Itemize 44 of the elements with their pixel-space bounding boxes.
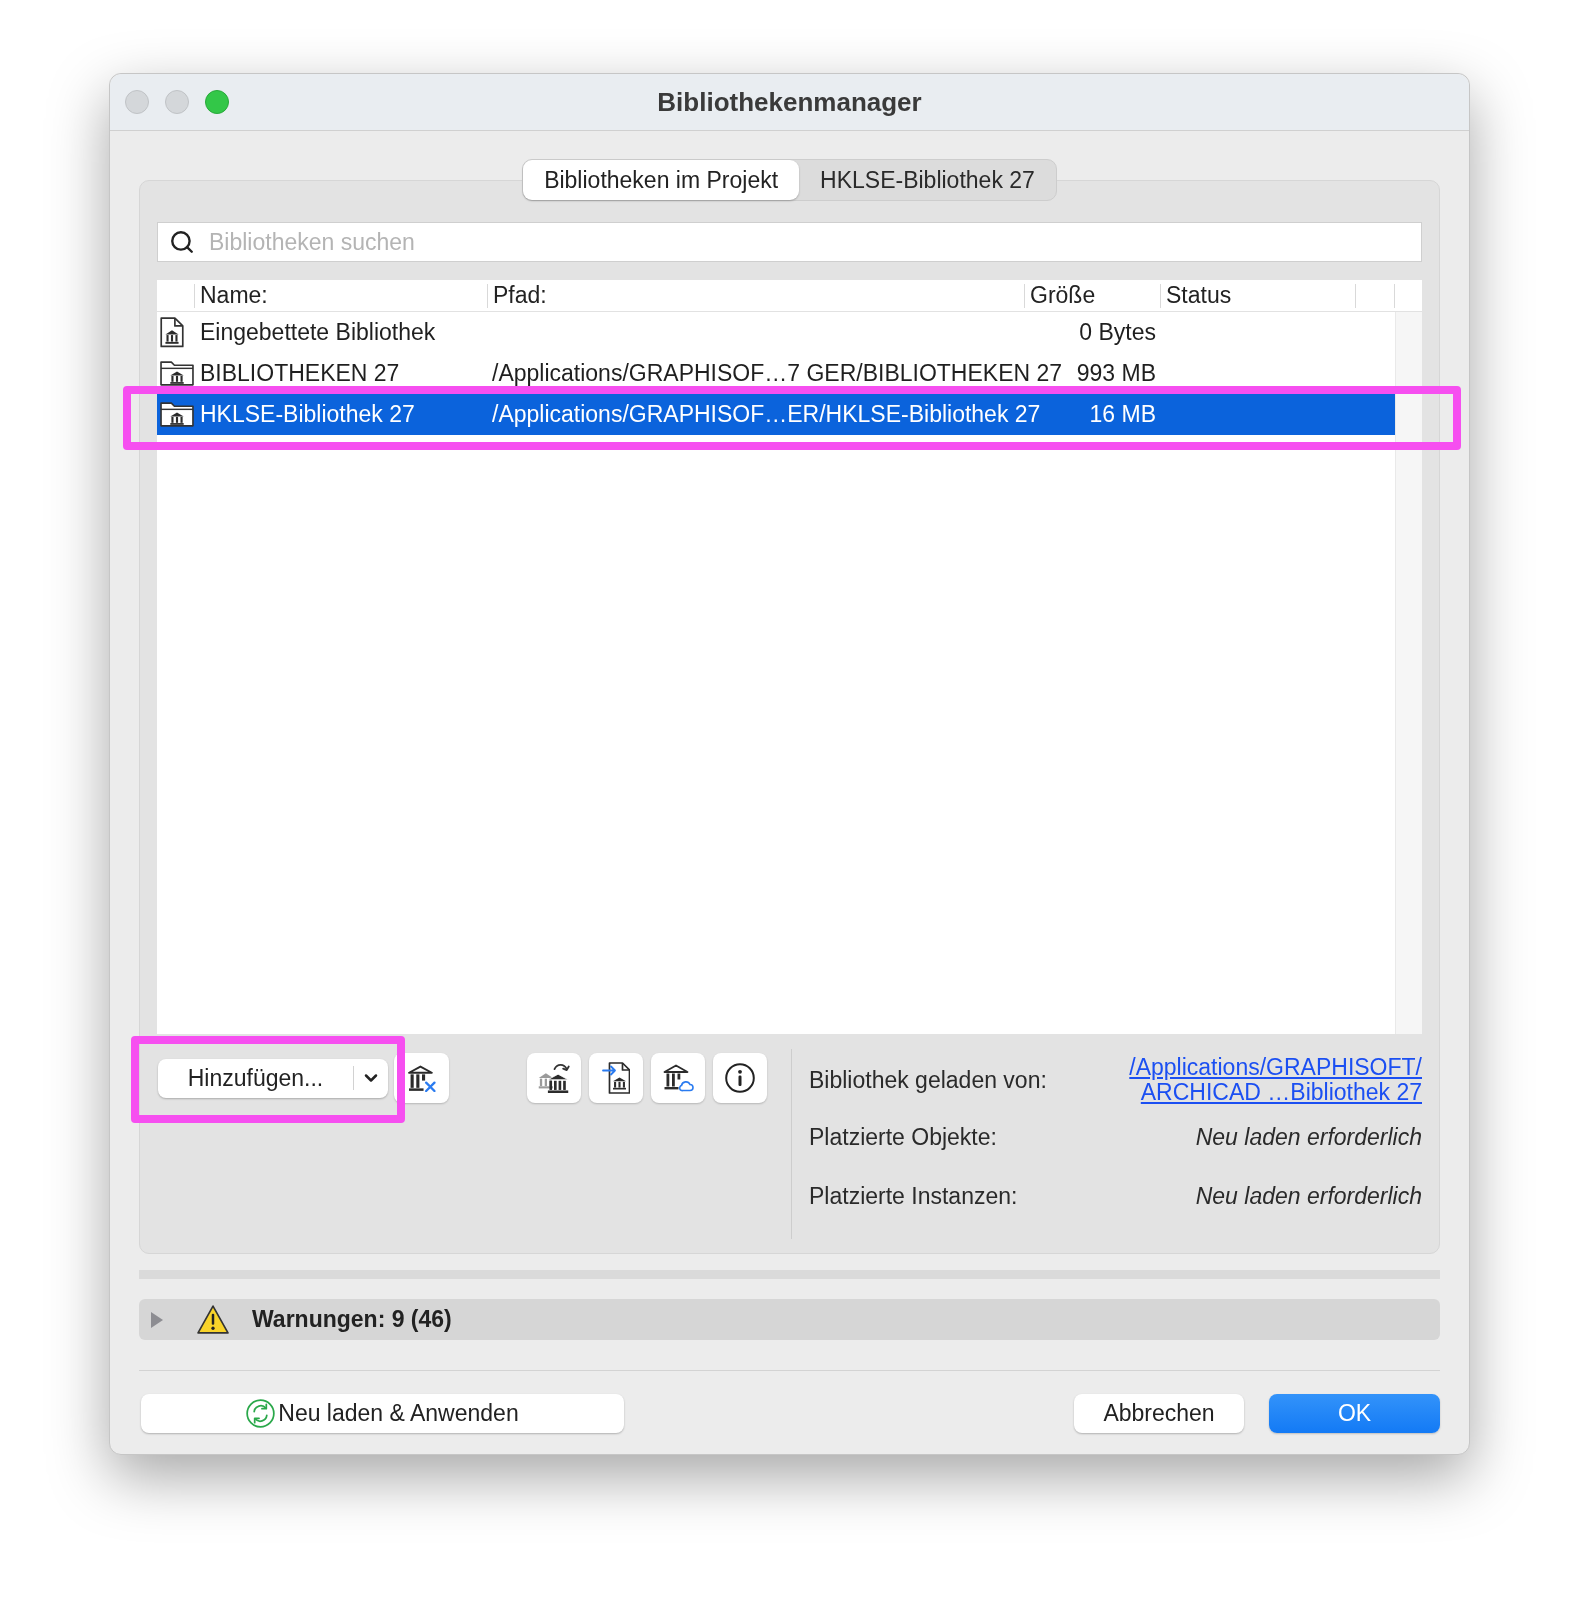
info-label: Platzierte Instanzen: [809, 1182, 1018, 1212]
column-header[interactable]: Name: [194, 283, 487, 308]
window-title: Bibliothekenmanager [657, 85, 922, 119]
info-button[interactable] [713, 1053, 767, 1103]
library-name: HKLSE-Bibliothek 27 [200, 403, 415, 426]
tab[interactable]: HKLSE-Bibliothek 27 [799, 160, 1056, 200]
info-value: Neu laden erforderlich [1195, 1184, 1422, 1209]
info-label: Platzierte Objekte: [809, 1123, 997, 1153]
search-field[interactable]: Bibliotheken suchen [157, 222, 1422, 262]
library-name: Eingebettete Bibliothek [200, 321, 436, 344]
column-header[interactable]: Status [1160, 283, 1355, 308]
import-library-button[interactable] [589, 1053, 643, 1103]
ok-button[interactable]: OK [1269, 1394, 1440, 1433]
library-path: /Applications/GRAPHISOF…ER/HKLSE-Bibliothek 27 [492, 403, 1041, 426]
warning-icon [197, 1305, 229, 1334]
library-size: 0 Bytes [1079, 321, 1156, 344]
reload-apply-button[interactable]: Neu laden & Anwenden [141, 1394, 624, 1433]
tab[interactable]: Bibliotheken im Projekt [523, 160, 800, 200]
column-header[interactable]: Größe [1024, 283, 1160, 308]
search-icon [169, 229, 195, 255]
column-header[interactable]: Pfad: [487, 283, 1024, 308]
table-row[interactable]: HKLSE-Bibliothek 27 /Applications/GRAPHISOF…ER/HKLSE-Bibliothek 27 16 MB [157, 394, 1395, 435]
library-size: 993 MB [1076, 362, 1156, 385]
library-name: BIBLIOTHEKEN 27 [200, 362, 400, 385]
reload-icon [246, 1399, 276, 1428]
info-icon [725, 1063, 755, 1093]
bank-cloud-icon [662, 1064, 694, 1092]
add-button[interactable]: Hinzufügen... [158, 1058, 388, 1098]
library-path: /Applications/GRAPHISOF…7 GER/BIBLIOTHEKEN 27 [492, 362, 1063, 385]
library-size: 16 MB [1089, 403, 1156, 426]
document-bank-icon [160, 317, 184, 348]
folder-bank-icon [160, 361, 194, 386]
warnings-summary: Warnungen: 9 (46) [252, 1305, 452, 1335]
folder-bank-icon [160, 402, 194, 427]
warnings-bar[interactable]: Warnungen: 9 (46) [139, 1299, 1440, 1340]
cloud-library-button[interactable] [651, 1053, 705, 1103]
info-label: Bibliothek geladen von: [809, 1065, 1047, 1095]
bank-x-icon [406, 1064, 437, 1092]
bank-swap-icon [538, 1063, 570, 1093]
library-location-link[interactable]: /Applications/GRAPHISOFT/ ARCHICAD …Bibliothek 27 [1129, 1055, 1422, 1105]
info-value: Neu laden erforderlich [1195, 1125, 1422, 1150]
cancel-button[interactable]: Abbrechen [1074, 1394, 1244, 1433]
switch-library-button[interactable] [527, 1053, 581, 1103]
document-import-icon [602, 1062, 630, 1094]
